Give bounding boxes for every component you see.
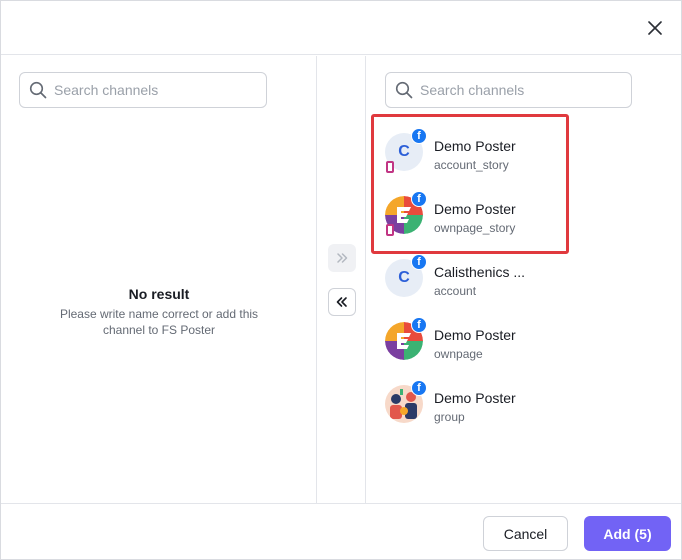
- empty-title: No result: [128, 286, 190, 302]
- available-search-input[interactable]: [54, 82, 244, 98]
- facebook-icon: f: [411, 254, 427, 270]
- channel-type: ownpage_story: [434, 221, 516, 235]
- channel-name: Demo Poster: [434, 201, 516, 217]
- available-channels-panel: No result Please write name correct or a…: [1, 56, 317, 503]
- selected-search-box: [385, 72, 632, 108]
- channel-type: account: [434, 284, 477, 298]
- facebook-icon: f: [411, 380, 427, 396]
- close-icon: [648, 21, 662, 35]
- facebook-icon: f: [411, 317, 427, 333]
- channel-name: Demo Poster: [434, 390, 516, 406]
- selected-channels-panel: C f Demo Poster account_story f Demo Pos…: [367, 56, 681, 503]
- double-chevron-right-icon: [337, 253, 348, 263]
- cancel-button[interactable]: Cancel: [483, 516, 568, 551]
- dialog-footer: Cancel Add (5): [1, 503, 681, 559]
- instagram-story-icon: [386, 224, 394, 236]
- dialog-header: [1, 1, 681, 55]
- channel-item[interactable]: f Demo Poster group: [385, 378, 675, 430]
- channel-item[interactable]: C f Calisthenics ... account: [385, 252, 675, 304]
- channel-item[interactable]: f Demo Poster ownpage_story: [385, 189, 675, 241]
- double-chevron-left-icon: [336, 297, 347, 307]
- close-button[interactable]: [643, 16, 667, 40]
- selected-search-input[interactable]: [420, 82, 610, 98]
- search-icon: [28, 80, 48, 100]
- available-search-box: [19, 72, 267, 108]
- facebook-icon: f: [411, 128, 427, 144]
- search-icon: [394, 80, 414, 100]
- channel-name: Calisthenics ...: [434, 264, 526, 280]
- facebook-icon: f: [411, 191, 427, 207]
- channel-type: ownpage: [434, 347, 483, 361]
- channel-name: Demo Poster: [434, 138, 516, 154]
- move-right-button[interactable]: [328, 244, 356, 272]
- channel-item[interactable]: f Demo Poster ownpage: [385, 315, 675, 367]
- channel-name: Demo Poster: [434, 327, 516, 343]
- channel-item[interactable]: C f Demo Poster account_story: [385, 126, 675, 178]
- move-left-button[interactable]: [328, 288, 356, 316]
- transfer-controls: [318, 56, 366, 503]
- channel-type: account_story: [434, 158, 509, 172]
- add-button[interactable]: Add (5): [584, 516, 671, 551]
- instagram-story-icon: [386, 161, 394, 173]
- empty-description: Please write name correct or add this ch…: [59, 307, 259, 337]
- add-channels-dialog: No result Please write name correct or a…: [0, 0, 682, 560]
- channel-type: group: [434, 410, 465, 424]
- empty-state: No result Please write name correct or a…: [1, 286, 317, 338]
